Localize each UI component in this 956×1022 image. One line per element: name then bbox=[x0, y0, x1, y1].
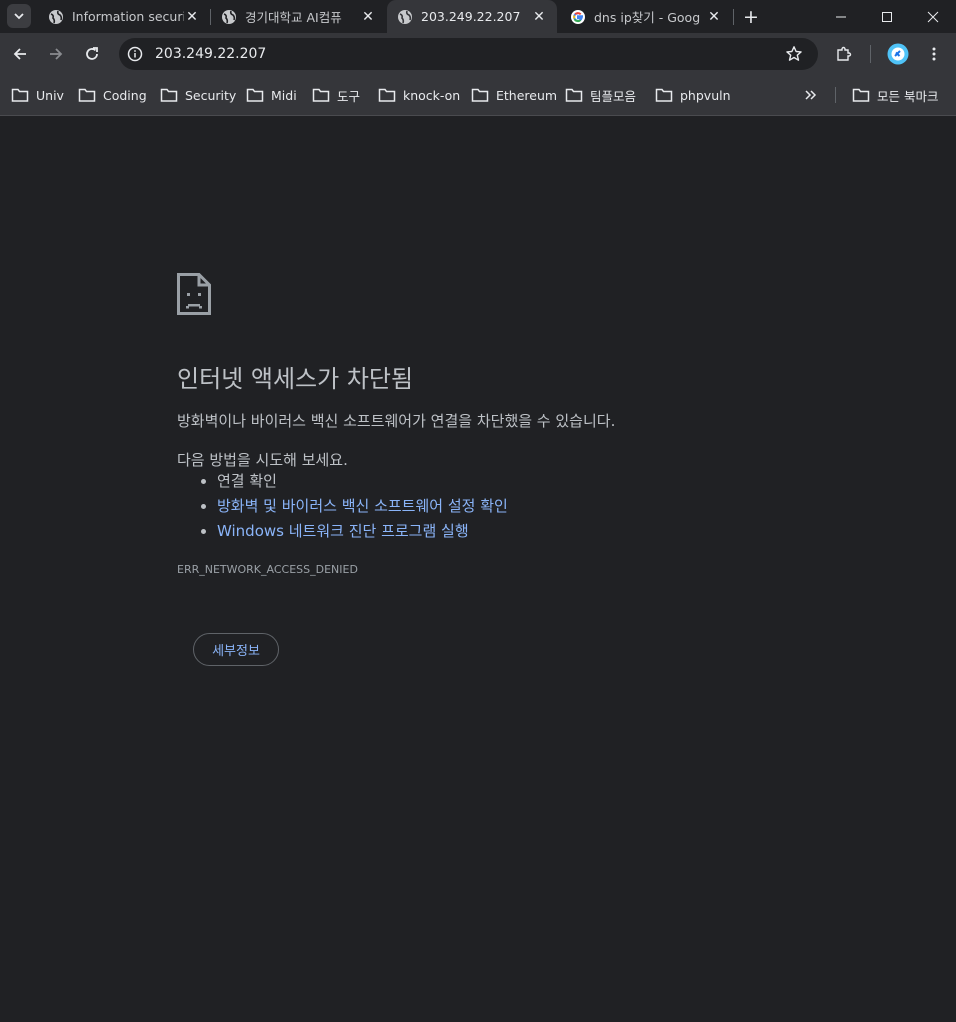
tab-title: 203.249.22.207 bbox=[421, 9, 521, 24]
bookmark-folder-security[interactable]: Security bbox=[160, 85, 236, 105]
suggestion-network-diagnostics-link[interactable]: Windows 네트워크 진단 프로그램 실행 bbox=[217, 519, 508, 544]
suggestion-check-connection: 연결 확인 bbox=[217, 469, 508, 494]
bookmark-label: Ethereum bbox=[496, 87, 558, 103]
folder-icon bbox=[655, 88, 673, 102]
tab-search-button[interactable] bbox=[7, 4, 31, 28]
url-text: 203.249.22.207 bbox=[155, 46, 267, 62]
tab-title: dns ip찾기 - Goog bbox=[594, 10, 701, 25]
suggestions-list: 연결 확인 방화벽 및 바이러스 백신 소프트웨어 설정 확인 Windows … bbox=[177, 469, 508, 544]
bookmark-folder-team[interactable]: 팀플모음 bbox=[565, 85, 636, 105]
error-description: 방화벽이나 바이러스 백신 소프트웨어가 연결을 차단했을 수 있습니다. bbox=[177, 412, 616, 430]
close-tab-icon[interactable]: ✕ bbox=[360, 9, 376, 25]
tab-google-search[interactable]: dns ip찾기 - Goog ✕ bbox=[560, 0, 732, 33]
bookmark-label: 모든 북마크 bbox=[877, 88, 939, 104]
folder-icon bbox=[160, 88, 178, 102]
details-button[interactable]: 세부정보 bbox=[193, 633, 279, 666]
close-tab-icon[interactable]: ✕ bbox=[184, 9, 200, 25]
arrow-left-icon bbox=[13, 48, 26, 60]
new-tab-button[interactable]: + bbox=[739, 5, 763, 29]
toolbar: 203.249.22.207 bbox=[0, 33, 956, 75]
extensions-button[interactable] bbox=[832, 42, 856, 66]
arrow-right-icon bbox=[50, 48, 63, 60]
close-tab-icon[interactable]: ✕ bbox=[531, 9, 547, 25]
globe-icon bbox=[398, 9, 412, 24]
maximize-icon bbox=[882, 11, 892, 22]
more-vert-icon bbox=[932, 47, 936, 61]
bookmark-label: 도구 bbox=[337, 88, 361, 104]
toolbar-separator bbox=[870, 45, 871, 63]
all-bookmarks-folder[interactable]: 모든 북마크 bbox=[852, 85, 938, 105]
puzzle-icon bbox=[837, 46, 852, 61]
tab-separator bbox=[733, 9, 734, 25]
bookmarks-bar: Univ Coding Security Midi 도구 knock-on Et… bbox=[0, 75, 956, 116]
bookmark-label: knock-on bbox=[403, 87, 461, 103]
bookmark-label: Midi bbox=[271, 87, 297, 103]
folder-icon bbox=[78, 88, 96, 102]
error-code: ERR_NETWORK_ACCESS_DENIED bbox=[177, 563, 358, 576]
error-heading: 인터넷 액세스가 차단됨 bbox=[177, 365, 414, 393]
profile-button[interactable] bbox=[886, 42, 910, 66]
close-tab-icon[interactable]: ✕ bbox=[706, 9, 722, 25]
bookmark-folder-knock-on[interactable]: knock-on bbox=[378, 85, 460, 105]
suggestion-firewall-settings-link[interactable]: 방화벽 및 바이러스 백신 소프트웨어 설정 확인 bbox=[217, 494, 508, 519]
bookmark-label: Security bbox=[185, 87, 237, 103]
bookmark-folder-midi[interactable]: Midi bbox=[246, 85, 297, 105]
bookmark-folder-ethereum[interactable]: Ethereum bbox=[471, 85, 557, 105]
bookmark-folder-tools[interactable]: 도구 bbox=[312, 85, 360, 105]
bookmarks-separator bbox=[835, 87, 836, 103]
globe-icon bbox=[222, 9, 236, 24]
sad-page-icon bbox=[177, 273, 211, 315]
bookmark-folder-phpvuln[interactable]: phpvuln bbox=[655, 85, 731, 105]
maximize-button[interactable] bbox=[864, 0, 910, 33]
bookmark-label: Coding bbox=[103, 87, 147, 103]
tab-kyonggi-univ[interactable]: 경기대학교 AI컴퓨 ✕ bbox=[211, 0, 386, 33]
tab-title: Information securit bbox=[72, 9, 184, 24]
tab-information-security[interactable]: Information securit ✕ bbox=[38, 0, 210, 33]
browser-chrome: Information securit ✕ 경기대학교 AI컴퓨 ✕ 203.2… bbox=[0, 0, 956, 116]
google-g-icon bbox=[571, 9, 585, 24]
folder-icon bbox=[378, 88, 396, 102]
minimize-button[interactable] bbox=[818, 0, 864, 33]
forward-button[interactable] bbox=[44, 42, 68, 66]
folder-icon bbox=[11, 88, 29, 102]
folder-icon bbox=[565, 88, 583, 102]
folder-icon bbox=[471, 88, 489, 102]
globe-icon bbox=[49, 9, 63, 24]
profile-avatar-icon bbox=[887, 43, 909, 65]
bookmark-label: Univ bbox=[36, 87, 64, 103]
bookmark-label: 팀플모음 bbox=[590, 88, 637, 104]
bookmark-label: phpvuln bbox=[680, 87, 731, 103]
star-icon[interactable] bbox=[785, 45, 803, 63]
close-icon bbox=[927, 11, 939, 22]
close-window-button[interactable] bbox=[910, 0, 956, 33]
tab-active-ip[interactable]: 203.249.22.207 ✕ bbox=[387, 0, 557, 33]
info-icon[interactable] bbox=[127, 46, 143, 62]
error-page: 인터넷 액세스가 차단됨 방화벽이나 바이러스 백신 소프트웨어가 연결을 차단… bbox=[0, 116, 956, 1022]
bookmarks-overflow-button[interactable] bbox=[804, 85, 825, 105]
reload-button[interactable] bbox=[80, 42, 104, 66]
chevron-double-right-icon bbox=[805, 90, 817, 100]
address-bar[interactable]: 203.249.22.207 bbox=[119, 38, 818, 70]
minimize-icon bbox=[836, 16, 846, 17]
chevron-down-icon bbox=[14, 13, 24, 20]
reload-icon bbox=[86, 47, 98, 60]
bookmark-folder-univ[interactable]: Univ bbox=[11, 85, 64, 105]
tab-title: 경기대학교 AI컴퓨 bbox=[245, 10, 342, 25]
menu-button[interactable] bbox=[922, 42, 946, 66]
folder-icon bbox=[852, 88, 870, 102]
folder-icon bbox=[246, 88, 264, 102]
try-label: 다음 방법을 시도해 보세요. bbox=[177, 451, 348, 469]
tab-strip: Information securit ✕ 경기대학교 AI컴퓨 ✕ 203.2… bbox=[0, 0, 956, 33]
bookmark-folder-coding[interactable]: Coding bbox=[78, 85, 147, 105]
back-button[interactable] bbox=[8, 42, 32, 66]
folder-icon bbox=[312, 88, 330, 102]
